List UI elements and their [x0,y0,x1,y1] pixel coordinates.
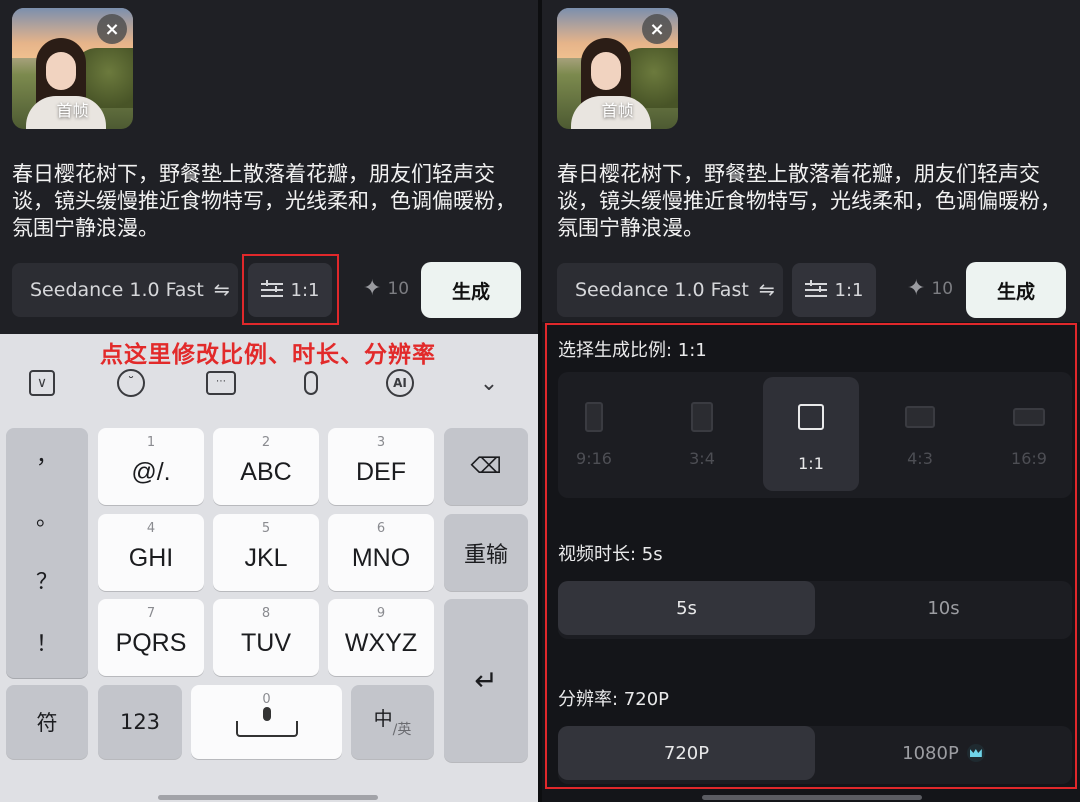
thumbnail-caption: 首帧 [601,101,634,120]
chevron-down-icon[interactable]: ⌄ [472,366,506,400]
thumbnail-caption: 首帧 [56,101,89,120]
annotation-text: 点这里修改比例、时长、分辨率 [100,342,436,368]
ime-keyboard: ∨ ˘ ⋯ AI ⌄ ， 。 ？ ！ 1 @/. 2 ABC 3 DEF ⌫ 4… [0,334,538,802]
remove-frame-close-icon[interactable]: × [642,14,672,44]
language-toggle-key[interactable]: 中 /英 [351,685,434,759]
right-panel: 首帧 × 春日樱花树下，野餐垫上散落着花瓣，朋友们轻声交谈，镜头缓慢推近食物特写… [542,0,1080,802]
generate-button[interactable]: 生成 [421,262,521,318]
key-4[interactable]: 4 GHI [98,514,204,591]
key-3[interactable]: 3 DEF [328,428,434,505]
credit-cost: ✦ 10 [907,276,953,301]
sparkle-icon: ✦ [907,276,926,301]
key-1[interactable]: 1 @/. [98,428,204,505]
punct-comma[interactable]: ， [6,438,88,470]
keyboard-icon[interactable]: ⋯ [204,366,238,400]
backspace-icon[interactable]: ⌫ [444,428,528,505]
key-7[interactable]: 7 PQRS [98,599,204,676]
highlight-box [242,254,339,325]
left-panel: 首帧 × 春日樱花树下，野餐垫上散落着花瓣，朋友们轻声交谈，镜头缓慢推近食物特写… [0,0,538,802]
collapse-icon[interactable]: ∨ [25,366,59,400]
home-indicator [702,795,922,800]
key-8[interactable]: 8 TUV [213,599,319,676]
numeric-key[interactable]: 123 [98,685,182,759]
key-6[interactable]: 6 MNO [328,514,434,591]
model-label: Seedance 1.0 Fast [30,279,204,301]
prompt-text[interactable]: 春日樱花树下，野餐垫上散落着花瓣，朋友们轻声交谈，镜头缓慢推近食物特写，光线柔和… [557,161,1067,242]
punct-period[interactable]: 。 [6,500,88,532]
swap-icon: ⇋ [758,279,775,301]
generate-button[interactable]: 生成 [966,262,1066,318]
punct-question[interactable]: ？ [6,564,88,596]
key-2[interactable]: 2 ABC [213,428,319,505]
model-selector[interactable]: Seedance 1.0 Fast ⇋ [12,263,238,317]
space-mic-icon [235,707,298,737]
model-label: Seedance 1.0 Fast [575,279,749,301]
sparkle-icon: ✦ [363,276,382,301]
punctuation-column[interactable]: ， 。 ？ ！ [6,428,88,678]
swap-icon: ⇋ [213,279,230,301]
credit-value: 10 [931,278,954,299]
ratio-label: 1:1 [834,279,864,301]
emoji-icon[interactable]: ˘ [114,366,148,400]
ai-icon[interactable]: AI [383,366,417,400]
remove-frame-close-icon[interactable]: × [97,14,127,44]
punct-exclaim[interactable]: ！ [6,626,88,658]
home-indicator [158,795,378,800]
highlight-box [545,323,1077,789]
model-selector[interactable]: Seedance 1.0 Fast ⇋ [557,263,783,317]
credit-cost: ✦ 10 [363,276,409,301]
ratio-settings-button[interactable]: 1:1 [792,263,876,317]
key-5[interactable]: 5 JKL [213,514,319,591]
credit-value: 10 [387,278,410,299]
sliders-icon [804,280,827,298]
mic-icon[interactable] [294,366,328,400]
retype-key[interactable]: 重输 [444,514,528,591]
symbol-key[interactable]: 符 [6,685,88,759]
enter-icon[interactable]: ↵ [444,599,528,762]
key-9[interactable]: 9 WXYZ [328,599,434,676]
space-key[interactable]: 0 [191,685,342,759]
prompt-text[interactable]: 春日樱花树下，野餐垫上散落着花瓣，朋友们轻声交谈，镜头缓慢推近食物特写，光线柔和… [12,161,522,242]
